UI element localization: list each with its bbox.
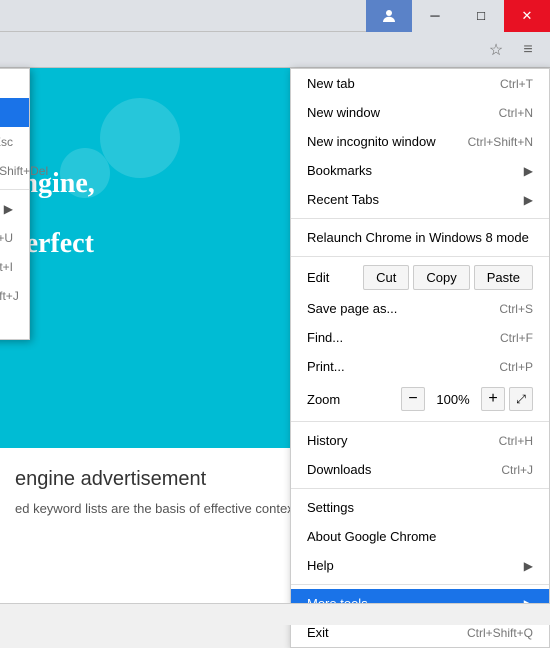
maximize-button[interactable]: □ (458, 0, 504, 32)
edit-row: Edit Cut Copy Paste (291, 261, 549, 294)
zoom-expand-button[interactable]: ⤢ (509, 387, 533, 411)
user-button[interactable] (366, 0, 412, 32)
titlebar: ─ □ ✕ (0, 0, 550, 32)
minimize-icon: ─ (430, 8, 439, 23)
star-icon[interactable]: ☆ (482, 36, 510, 64)
menu-item-settings[interactable]: Settings (291, 493, 549, 522)
submenu-item-create-app-shortcuts[interactable]: Create application shortcuts... (0, 69, 29, 98)
menu-item-find[interactable]: Find... Ctrl+F (291, 323, 549, 352)
close-icon: ✕ (522, 8, 533, 24)
menu-item-downloads[interactable]: Downloads Ctrl+J (291, 455, 549, 484)
status-bar (0, 603, 550, 625)
menu-divider-4 (291, 488, 549, 489)
submenu-item-clear-browsing[interactable]: Clear browsing data... Ctrl+Shift+Del (0, 156, 29, 185)
main-menu: New tab Ctrl+T New window Ctrl+N New inc… (290, 68, 550, 648)
menu-item-save-page[interactable]: Save page as... Ctrl+S (291, 294, 549, 323)
menu-icon[interactable]: ≡ (514, 36, 542, 64)
submenu-item-encoding[interactable]: Encoding ▶ (0, 194, 29, 223)
menu-item-relaunch-chrome[interactable]: Relaunch Chrome in Windows 8 mode (291, 223, 549, 252)
menu-item-history[interactable]: History Ctrl+H (291, 426, 549, 455)
menu-item-print[interactable]: Print... Ctrl+P (291, 352, 549, 381)
menu-divider-3 (291, 421, 549, 422)
close-button[interactable]: ✕ (504, 0, 550, 32)
maximize-icon: □ (477, 8, 485, 23)
menu-divider-5 (291, 584, 549, 585)
menu-item-recent-tabs[interactable]: Recent Tabs ▶ (291, 185, 549, 214)
paste-button[interactable]: Paste (474, 265, 533, 290)
menu-divider-1 (291, 218, 549, 219)
browser-toolbar: ☆ ≡ (0, 32, 550, 68)
zoom-minus-button[interactable]: − (401, 387, 425, 411)
submenu-item-extensions[interactable]: Extensions (0, 98, 29, 127)
copy-button[interactable]: Copy (413, 265, 469, 290)
menu-item-about-chrome[interactable]: About Google Chrome (291, 522, 549, 551)
menu-item-new-tab[interactable]: New tab Ctrl+T (291, 69, 549, 98)
menu-item-new-incognito[interactable]: New incognito window Ctrl+Shift+N (291, 127, 549, 156)
menu-divider-2 (291, 256, 549, 257)
zoom-row: Zoom − 100% + ⤢ (291, 381, 549, 417)
more-tools-submenu: Create application shortcuts... Extensio… (0, 68, 30, 340)
minimize-button[interactable]: ─ (412, 0, 458, 32)
menu-item-bookmarks[interactable]: Bookmarks ▶ (291, 156, 549, 185)
submenu-item-view-source[interactable]: View source Ctrl+U (0, 223, 29, 252)
submenu-item-javascript-console[interactable]: JavaScript console Ctrl+Shift+J (0, 281, 29, 310)
menu-item-new-window[interactable]: New window Ctrl+N (291, 98, 549, 127)
cut-button[interactable]: Cut (363, 265, 409, 290)
submenu-item-task-manager[interactable]: Task manager Shift+Esc (0, 127, 29, 156)
submenu-item-inspect-devices[interactable]: Inspect devices (0, 310, 29, 339)
zoom-value: 100% (433, 392, 473, 407)
zoom-plus-button[interactable]: + (481, 387, 505, 411)
submenu-divider-1 (0, 189, 29, 190)
submenu-item-developer-tools[interactable]: Developer tools Ctrl+Shift+I (0, 252, 29, 281)
menu-item-help[interactable]: Help ▶ (291, 551, 549, 580)
